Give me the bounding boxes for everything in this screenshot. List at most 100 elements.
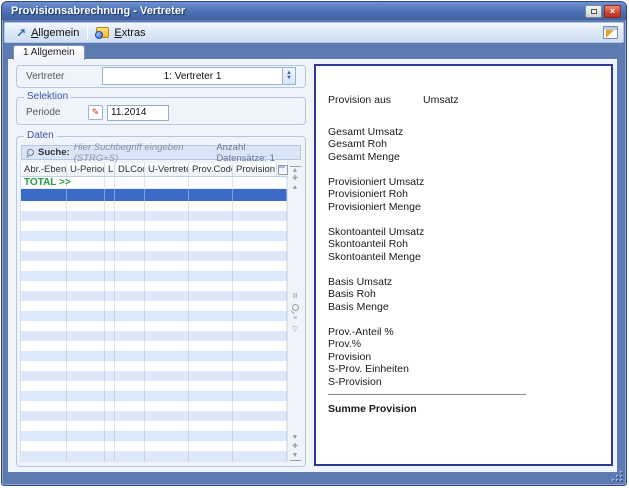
- grid-empty-row[interactable]: [21, 421, 287, 431]
- grid-cell: [115, 341, 145, 351]
- detail-label: Gesamt Umsatz: [328, 126, 599, 139]
- column-chooser-icon[interactable]: [277, 163, 287, 176]
- detail-label: Skontoanteil Roh: [328, 238, 599, 251]
- grid-empty-row[interactable]: [21, 361, 287, 371]
- grid-empty-row[interactable]: [21, 311, 287, 321]
- grid-selected-row[interactable]: [21, 189, 287, 201]
- grid-search-bar[interactable]: Suche: Hier Suchbegriff eingeben (STRG+S…: [21, 145, 301, 160]
- grid-cell: [67, 351, 105, 361]
- vertreter-spinner[interactable]: ▲ ▼: [282, 68, 295, 84]
- grid-empty-row[interactable]: [21, 241, 287, 251]
- nav-move-down-icon[interactable]: ✚: [290, 443, 301, 452]
- grid-empty-row[interactable]: [21, 391, 287, 401]
- grid-cell: [233, 441, 287, 451]
- column-header[interactable]: Provision €: [233, 163, 277, 176]
- grid-cell: [233, 291, 287, 301]
- grid-empty-row[interactable]: [21, 321, 287, 331]
- nav-last-row-icon[interactable]: ▼: [290, 452, 301, 461]
- grid-cell: [233, 231, 287, 241]
- menu-allgemein[interactable]: ↗ Allgemein: [10, 26, 85, 40]
- grid-empty-row[interactable]: [21, 331, 287, 341]
- grid-cell: [145, 221, 189, 231]
- grid-empty-row[interactable]: [21, 261, 287, 271]
- grid-empty-row[interactable]: [21, 441, 287, 451]
- column-header[interactable]: L: [105, 163, 115, 176]
- left-pane: Vertreter 1: Vertreter 1 ▲ ▼ Selektion P…: [16, 65, 306, 467]
- column-header[interactable]: Abr.-Ebene: [21, 163, 67, 176]
- grid-empty-row[interactable]: [21, 271, 287, 281]
- menu-extras[interactable]: Extras: [90, 26, 151, 40]
- column-header[interactable]: Prov.Code: [189, 163, 233, 176]
- grid-empty-row[interactable]: [21, 231, 287, 241]
- nav-zoom-icon[interactable]: [291, 304, 300, 313]
- nav-prev-row-icon[interactable]: ▲: [290, 184, 301, 193]
- restore-button[interactable]: [585, 5, 602, 18]
- grid-cell: [105, 311, 115, 321]
- grid-empty-row[interactable]: [21, 341, 287, 351]
- restore-icon: [591, 9, 597, 14]
- grid-cell: [67, 251, 105, 261]
- grid-cell: [105, 391, 115, 401]
- detail-group-provisioniert: Provisioniert Umsatz Provisioniert Roh P…: [328, 176, 599, 214]
- grid-empty-row[interactable]: [21, 301, 287, 311]
- grid-cell: [233, 391, 287, 401]
- grid-cell: [233, 431, 287, 441]
- grid-cell: [115, 401, 145, 411]
- grid-empty-row[interactable]: [21, 251, 287, 261]
- grid-empty-row[interactable]: [21, 281, 287, 291]
- grid-cell: [233, 221, 287, 231]
- resize-grip[interactable]: [612, 471, 623, 482]
- tab-allgemein[interactable]: 1 Allgemein: [13, 45, 85, 60]
- nav-next-row-icon[interactable]: ▼: [290, 434, 301, 443]
- title-bar: Provisionsabrechnung - Vertreter ×: [2, 2, 626, 20]
- grid-cell: [233, 341, 287, 351]
- grid-cell: [105, 411, 115, 421]
- grid-cell: [67, 361, 105, 371]
- grid-cell: [115, 451, 145, 461]
- grid-cell: [145, 381, 189, 391]
- nav-first-row-icon[interactable]: ▲: [290, 166, 301, 175]
- periode-picker-button[interactable]: ✎: [88, 105, 103, 120]
- periode-label: Periode: [26, 107, 88, 118]
- grid-empty-row[interactable]: [21, 451, 287, 461]
- grid-empty-row[interactable]: [21, 431, 287, 441]
- grid-cell: [21, 281, 67, 291]
- grid-empty-row[interactable]: [21, 291, 287, 301]
- grid-cell: [115, 321, 145, 331]
- nav-move-up-icon[interactable]: ✚: [290, 175, 301, 184]
- grid-cell: [233, 311, 287, 321]
- grid-cell: [115, 291, 145, 301]
- grid-cell: [105, 281, 115, 291]
- column-header[interactable]: U-Periode: [67, 163, 105, 176]
- grid-cell: [115, 421, 145, 431]
- grid-cell: [105, 291, 115, 301]
- nav-mid-cluster: Ⅲ ≡ ▽: [290, 293, 301, 335]
- grid-cell: [145, 401, 189, 411]
- grid-empty-row[interactable]: [21, 411, 287, 421]
- grid-cell: [145, 231, 189, 241]
- grid-cell: [67, 411, 105, 421]
- grid-empty-row[interactable]: [21, 371, 287, 381]
- column-header[interactable]: DLCode: [115, 163, 145, 176]
- grid-empty-row[interactable]: [21, 351, 287, 361]
- nav-rows-icon[interactable]: ≡: [290, 315, 301, 324]
- nav-columns-icon[interactable]: Ⅲ: [290, 293, 301, 302]
- grid-cell: [21, 441, 67, 451]
- vertreter-select[interactable]: 1: Vertreter 1 ▲ ▼: [102, 67, 296, 85]
- periode-input[interactable]: [107, 105, 169, 121]
- grid-cell: [67, 321, 105, 331]
- open-window-icon[interactable]: [603, 26, 618, 39]
- grid-total-row[interactable]: TOTAL >>: [21, 177, 287, 189]
- grid-empty-row[interactable]: [21, 381, 287, 391]
- nav-filter-icon[interactable]: ▽: [290, 326, 301, 335]
- grid-empty-row[interactable]: [21, 221, 287, 231]
- grid-empty-row[interactable]: [21, 401, 287, 411]
- close-button[interactable]: ×: [604, 5, 621, 18]
- detail-label: Prov.-Anteil %: [328, 326, 599, 339]
- column-header[interactable]: U-Vertreter: [145, 163, 189, 176]
- grid-empty-row[interactable]: [21, 211, 287, 221]
- detail-label: Provisioniert Menge: [328, 201, 599, 214]
- grid-empty-row[interactable]: [21, 201, 287, 211]
- grid-header: Abr.-EbeneU-PeriodeLDLCodeU-VertreterPro…: [21, 163, 287, 177]
- spin-down-icon: ▼: [286, 76, 292, 81]
